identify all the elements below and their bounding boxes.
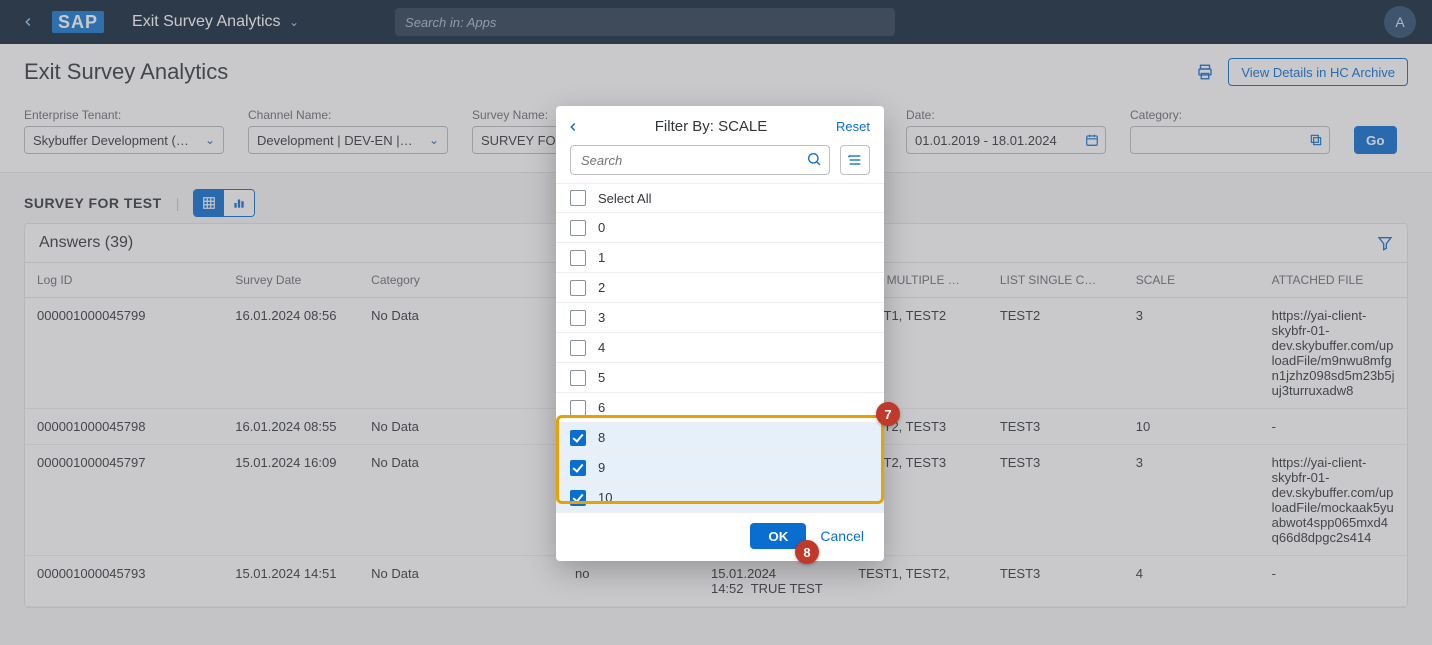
filter-option[interactable]: 2 xyxy=(556,273,884,303)
filter-dialog: Filter By: SCALE Reset Select All 0 1 2 3 4 5… xyxy=(556,106,884,561)
checkbox-icon[interactable] xyxy=(570,190,586,206)
list-toggle-button[interactable] xyxy=(840,145,870,175)
filter-option-label: 8 xyxy=(598,430,605,445)
filter-option[interactable]: 10 xyxy=(556,483,884,513)
checkbox-icon[interactable] xyxy=(570,400,586,416)
tutorial-badge-7: 7 xyxy=(876,402,900,426)
filter-option-label: 4 xyxy=(598,340,605,355)
filter-option-label: 6 xyxy=(598,400,605,415)
filter-option[interactable]: 0 xyxy=(556,213,884,243)
filter-option[interactable]: 8 xyxy=(556,423,884,453)
checkbox-icon[interactable] xyxy=(570,250,586,266)
checkbox-icon[interactable] xyxy=(570,220,586,236)
filter-option-label: 10 xyxy=(598,490,612,505)
dialog-title: Filter By: SCALE xyxy=(586,118,836,135)
dialog-reset-button[interactable]: Reset xyxy=(836,119,870,134)
filter-option-label: 9 xyxy=(598,460,605,475)
checkbox-icon[interactable] xyxy=(570,370,586,386)
tutorial-badge-8: 8 xyxy=(795,540,819,564)
filter-option-label: 1 xyxy=(598,250,605,265)
select-all-label: Select All xyxy=(598,191,651,206)
checkbox-icon[interactable] xyxy=(570,460,586,476)
filter-option-label: 3 xyxy=(598,310,605,325)
checkbox-icon[interactable] xyxy=(570,280,586,296)
checkbox-icon[interactable] xyxy=(570,490,586,506)
filter-option[interactable]: 9 xyxy=(556,453,884,483)
filter-option[interactable]: 1 xyxy=(556,243,884,273)
checkbox-icon[interactable] xyxy=(570,340,586,356)
filter-option[interactable]: 4 xyxy=(556,333,884,363)
filter-option[interactable]: 5 xyxy=(556,363,884,393)
dialog-list: Select All 0 1 2 3 4 5 6 8 9 10 xyxy=(556,183,884,513)
filter-option[interactable]: 3 xyxy=(556,303,884,333)
checkbox-icon[interactable] xyxy=(570,430,586,446)
filter-option-label: 2 xyxy=(598,280,605,295)
filter-option[interactable]: 6 xyxy=(556,393,884,423)
cancel-button[interactable]: Cancel xyxy=(820,528,864,544)
dialog-back-button[interactable] xyxy=(566,120,586,134)
filter-option-label: 0 xyxy=(598,220,605,235)
dialog-search-input[interactable] xyxy=(570,145,830,175)
search-icon[interactable] xyxy=(806,151,822,167)
filter-option-label: 5 xyxy=(598,370,605,385)
checkbox-icon[interactable] xyxy=(570,310,586,326)
select-all-item[interactable]: Select All xyxy=(556,183,884,213)
dialog-search[interactable] xyxy=(570,145,830,175)
